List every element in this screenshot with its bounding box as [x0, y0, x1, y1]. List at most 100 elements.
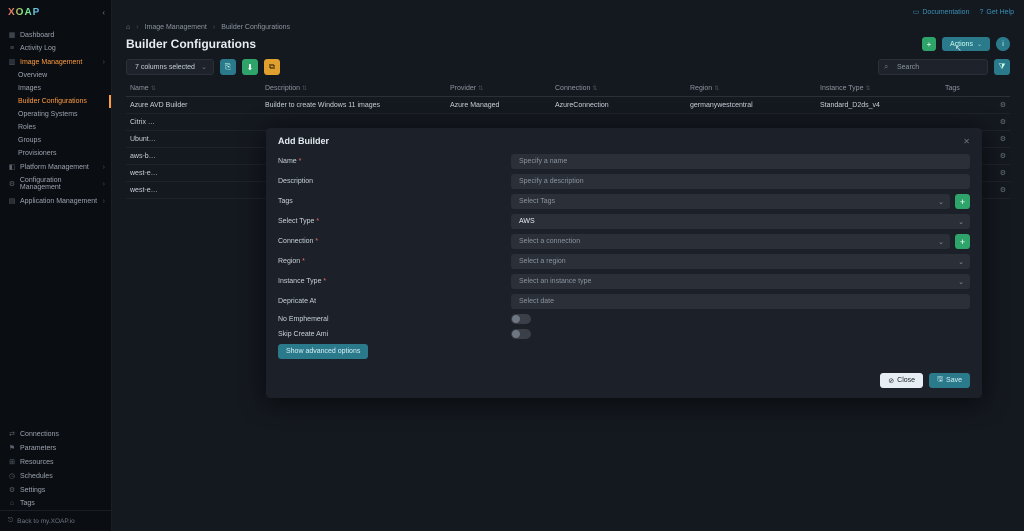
instance-type-select[interactable]: Select an instance type	[511, 274, 970, 289]
nav-icon: ◷	[8, 472, 16, 480]
no-ephemeral-toggle[interactable]	[511, 314, 531, 324]
sidebar-item-groups[interactable]: Groups	[0, 134, 111, 147]
sidebar-item-activity-log[interactable]: ≡Activity Log	[0, 42, 111, 55]
add-tag-button[interactable]: +	[955, 194, 970, 209]
get-help-link[interactable]: ?Get Help	[979, 9, 1014, 16]
nav-label: Configuration Management	[20, 177, 103, 191]
col-instance-type[interactable]: Instance Type⇅	[816, 81, 941, 97]
sidebar-item-parameters[interactable]: ⚑Parameters	[0, 441, 111, 455]
tags-select[interactable]: Select Tags	[511, 194, 950, 209]
table-toolbar: 7 columns selected ⎘ ⬇ ⧉ Search ⧩	[112, 59, 1024, 81]
sidebar-item-settings[interactable]: ⚙Settings	[0, 483, 111, 497]
depricate-at-input[interactable]: Select date	[511, 294, 970, 309]
cell-conn: AzureConnection	[551, 97, 686, 114]
sidebar-item-overview[interactable]: Overview	[0, 69, 111, 82]
export-button[interactable]: ⎘	[220, 59, 236, 75]
col-connection[interactable]: Connection⇅	[551, 81, 686, 97]
back-link[interactable]: ⎋ Back to my.XOAP.io	[0, 510, 111, 531]
back-icon: ⎋	[8, 517, 13, 525]
search-input[interactable]: Search	[878, 59, 988, 75]
topbar: ▭Documentation ?Get Help	[112, 0, 1024, 24]
sidebar-item-provisioners[interactable]: Provisioners	[0, 147, 111, 160]
modal-close-button[interactable]: ✕	[963, 137, 970, 146]
sidebar-item-schedules[interactable]: ◷Schedules	[0, 469, 111, 483]
region-select[interactable]: Select a region	[511, 254, 970, 269]
page-actions: + Actions⌄ i	[922, 37, 1010, 51]
nav-label: Image Management	[20, 59, 82, 66]
copy-button[interactable]: ⧉	[264, 59, 280, 75]
page-title: Builder Configurations	[126, 37, 256, 51]
sidebar-item-resources[interactable]: ⊞Resources	[0, 455, 111, 469]
nav-secondary: ⇄Connections⚑Parameters⊞Resources◷Schedu…	[0, 421, 111, 510]
add-builder-modal: Add Builder ✕ Name * Specify a name Desc…	[266, 128, 982, 398]
sidebar-item-images[interactable]: Images	[0, 82, 111, 95]
col-description[interactable]: Description⇅	[261, 81, 446, 97]
row-settings-button[interactable]: ⚙	[994, 114, 1010, 131]
crumb-builder-configurations: Builder Configurations	[221, 24, 290, 31]
sidebar: XOAP ‹ ▦Dashboard≡Activity Log▥Image Man…	[0, 0, 112, 531]
modal-close-footer-button[interactable]: ⊘Close	[880, 373, 923, 388]
cell-name: Ubunt…	[126, 131, 261, 148]
sidebar-item-operating-systems[interactable]: Operating Systems	[0, 108, 111, 121]
download-button[interactable]: ⬇	[242, 59, 258, 75]
crumb-image-management[interactable]: Image Management	[145, 24, 207, 31]
col-tags[interactable]: Tags	[941, 81, 994, 97]
breadcrumb: ⌂ › Image Management › Builder Configura…	[112, 24, 1024, 31]
row-settings-button[interactable]: ⚙	[994, 165, 1010, 182]
no-ephemeral-label: No Emphemeral	[278, 316, 503, 323]
actions-dropdown[interactable]: Actions⌄	[942, 37, 990, 51]
save-icon: 🖫	[937, 375, 943, 386]
user-avatar[interactable]: i	[996, 37, 1010, 51]
row-settings-button[interactable]: ⚙	[994, 148, 1010, 165]
row-settings-button[interactable]: ⚙	[994, 131, 1010, 148]
sidebar-item-application-management[interactable]: ▤Application Management	[0, 194, 111, 208]
depricate-at-label: Depricate At	[278, 298, 503, 305]
col-provider[interactable]: Provider⇅	[446, 81, 551, 97]
documentation-link[interactable]: ▭Documentation	[913, 8, 970, 16]
type-label: Select Type *	[278, 218, 503, 225]
nav-label: Settings	[20, 487, 45, 494]
back-label: Back to my.XOAP.io	[17, 518, 75, 525]
filter-button[interactable]: ⧩	[994, 59, 1010, 75]
nav-label: Images	[18, 85, 41, 92]
nav-label: Roles	[18, 124, 36, 131]
cell-prov: Azure Managed	[446, 97, 551, 114]
connection-select[interactable]: Select a connection	[511, 234, 950, 249]
description-input[interactable]: Specify a description	[511, 174, 970, 189]
sidebar-item-configuration-management[interactable]: ⚙Configuration Management	[0, 174, 111, 194]
sidebar-item-roles[interactable]: Roles	[0, 121, 111, 134]
sidebar-item-dashboard[interactable]: ▦Dashboard	[0, 28, 111, 42]
cell-reg: germanywestcentral	[686, 97, 816, 114]
skip-create-ami-toggle[interactable]	[511, 329, 531, 339]
row-settings-button[interactable]: ⚙	[994, 97, 1010, 114]
table-row[interactable]: Azure AVD BuilderBuilder to create Windo…	[126, 97, 1010, 114]
sidebar-item-tags[interactable]: ⌂Tags	[0, 497, 111, 510]
sidebar-item-connections[interactable]: ⇄Connections	[0, 427, 111, 441]
nav-icon: ⚑	[8, 444, 16, 452]
logo-row: XOAP ‹	[0, 0, 111, 24]
save-label: Save	[946, 377, 962, 384]
add-button[interactable]: +	[922, 37, 936, 51]
chevron-down-icon: ⌄	[977, 41, 982, 48]
nav-icon: ⊞	[8, 458, 16, 466]
show-advanced-button[interactable]: Show advanced options	[278, 344, 368, 359]
name-input[interactable]: Specify a name	[511, 154, 970, 169]
cell-name: west-e…	[126, 182, 261, 199]
nav-label: Operating Systems	[18, 111, 78, 118]
documentation-label: Documentation	[922, 9, 969, 16]
col-region[interactable]: Region⇅	[686, 81, 816, 97]
type-select[interactable]: AWS	[511, 214, 970, 229]
cell-name: Citrix …	[126, 114, 261, 131]
home-icon[interactable]: ⌂	[126, 24, 130, 31]
sidebar-item-builder-configurations[interactable]: Builder Configurations	[0, 95, 111, 108]
col-name[interactable]: Name⇅	[126, 81, 261, 97]
columns-select[interactable]: 7 columns selected	[126, 59, 214, 75]
modal-save-button[interactable]: 🖫Save	[929, 373, 970, 388]
sidebar-collapse-icon[interactable]: ‹	[102, 8, 105, 17]
region-label: Region *	[278, 258, 503, 265]
sidebar-item-platform-management[interactable]: ◧Platform Management	[0, 160, 111, 174]
sidebar-item-image-management[interactable]: ▥Image Management	[0, 55, 111, 69]
row-settings-button[interactable]: ⚙	[994, 182, 1010, 199]
cell-name: aws-b…	[126, 148, 261, 165]
add-connection-button[interactable]: +	[955, 234, 970, 249]
